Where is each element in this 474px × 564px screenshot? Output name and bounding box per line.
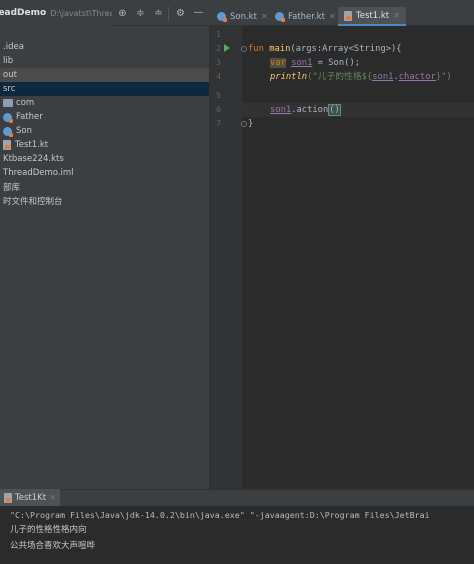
tree-item-father[interactable]: Father <box>0 110 209 124</box>
tree-item-external-libraries[interactable]: 部库 <box>0 180 209 194</box>
kotlin-class-icon <box>3 126 13 137</box>
tree-item-threaddemo-iml[interactable]: ThreadDemo.iml <box>0 166 209 180</box>
collapse-icon[interactable]: ≐ <box>153 8 164 19</box>
tab-label: Father.kt <box>288 11 325 22</box>
project-path: D:\javatst\ThreadDemo <box>50 8 112 18</box>
tab-test1-kt[interactable]: Test1.kt ✕ <box>338 7 406 26</box>
tree-item-label: Son <box>16 126 32 136</box>
console-output-line: 公共场合喜欢大声喧哗 <box>10 541 96 551</box>
run-panel-header <box>0 489 474 506</box>
tree-item-label: lib <box>3 56 14 66</box>
line-number: 1 <box>216 30 221 39</box>
tab-label: Test1.kt <box>356 10 390 21</box>
minimize-icon[interactable]: — <box>193 7 204 18</box>
tree-item-label: .idea <box>3 42 24 52</box>
code-line-3[interactable]: var son1 = Son(); <box>270 56 360 70</box>
line-number: 4 <box>216 72 221 81</box>
line-number: 2 <box>216 44 221 53</box>
tree-item-com[interactable]: com <box>0 96 209 110</box>
line-number: 5 <box>216 91 221 100</box>
tree-item-scratches[interactable]: 时文件和控制台 <box>0 194 209 208</box>
expand-icon[interactable]: ≑ <box>135 8 146 19</box>
tree-item-test1-kt[interactable]: Test1.kt <box>0 138 209 152</box>
fold-marker-icon[interactable] <box>241 121 247 127</box>
project-name: readDemo <box>0 8 47 18</box>
tree-item-label: out <box>3 70 17 80</box>
close-icon[interactable]: ✕ <box>329 12 336 21</box>
tab-label: Son.kt <box>230 11 257 22</box>
tree-item-label: Test1.kt <box>15 140 49 150</box>
run-tab-test1kt[interactable]: Test1Kt ✕ <box>0 489 60 506</box>
tree-item-label: 时文件和控制台 <box>3 197 63 207</box>
tree-item-label: 部库 <box>3 183 21 193</box>
toolbar-separator <box>168 7 169 20</box>
tree-item-ktbase224[interactable]: Ktbase224.kts <box>0 152 209 166</box>
folder-icon <box>3 99 13 107</box>
target-icon[interactable]: ⊕ <box>117 8 128 19</box>
gear-icon[interactable]: ⚙ <box>175 8 186 19</box>
kotlin-class-icon <box>217 12 227 22</box>
fold-marker-icon[interactable] <box>241 46 247 52</box>
code-line-6[interactable]: son1.action() <box>270 103 341 117</box>
tree-item-src[interactable]: src <box>0 82 209 96</box>
tab-son-kt[interactable]: Son.kt ✕ <box>211 7 274 26</box>
kotlin-file-icon <box>4 492 12 503</box>
close-icon[interactable]: ✕ <box>393 11 400 20</box>
line-number: 3 <box>216 58 221 67</box>
tree-item-label: com <box>16 98 35 108</box>
code-line-7[interactable]: } <box>248 117 253 131</box>
project-header[interactable]: readDemo D:\javatst\ThreadDemo <box>0 0 112 26</box>
line-number: 6 <box>216 105 221 114</box>
tree-item-idea[interactable]: .idea <box>0 40 209 54</box>
console-command-line: "C:\Program Files\Java\jdk-14.0.2\bin\ja… <box>10 510 430 520</box>
run-tab-label: Test1Kt <box>15 492 47 503</box>
tree-item-lib[interactable]: lib <box>0 54 209 68</box>
code-line-4[interactable]: println("儿子的性格${son1.chactor}") <box>270 70 452 84</box>
kotlin-class-icon <box>3 112 13 123</box>
code-line-2[interactable]: fun main(args:Array<String>){ <box>248 42 402 56</box>
console-output-line: 儿子的性格性格内向 <box>10 525 87 535</box>
kotlin-file-icon <box>3 140 11 150</box>
kotlin-file-icon <box>344 10 352 21</box>
tree-item-son[interactable]: Son <box>0 124 209 138</box>
run-gutter-icon[interactable] <box>224 44 230 52</box>
close-icon[interactable]: ✕ <box>261 12 268 21</box>
kotlin-class-icon <box>275 12 285 22</box>
tree-item-label: src <box>3 84 16 94</box>
tab-father-kt[interactable]: Father.kt ✕ <box>269 7 342 26</box>
tree-item-label: ThreadDemo.iml <box>3 168 74 178</box>
tree-item-out[interactable]: out <box>0 68 209 82</box>
tree-item-label: Father <box>16 112 43 122</box>
line-number: 7 <box>216 119 221 128</box>
tree-item-label: Ktbase224.kts <box>3 154 64 164</box>
close-icon[interactable]: ✕ <box>49 493 56 502</box>
